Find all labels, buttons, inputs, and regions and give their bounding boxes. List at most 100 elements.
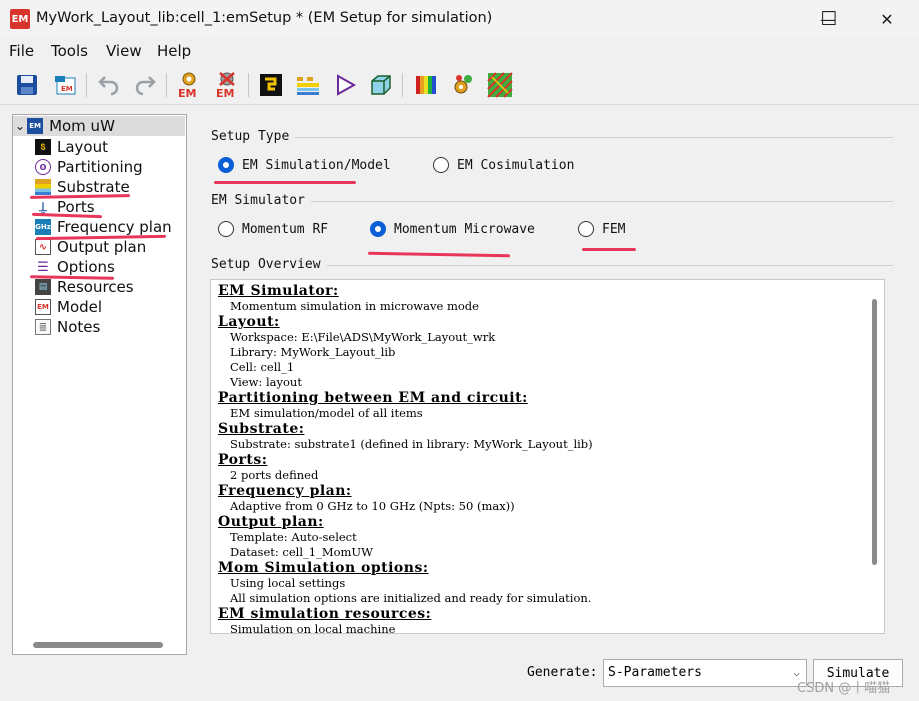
watermark: CSDN @十喵猫 [797,681,891,696]
section-line: Workspace: E:\File\ADS\MyWork_Layout_wrk [230,330,496,344]
tree-item-notes[interactable]: ≣ Notes [35,317,100,337]
overview-section: Layout: Workspace: E:\File\ADS\MyWork_La… [218,314,868,390]
tree-item-label: Substrate [57,178,130,196]
tree-item-label: Partitioning [57,158,143,176]
svg-text:EM: EM [216,87,234,99]
radio-label: EM Cosimulation [457,157,575,173]
overview-vertical-scrollbar[interactable] [872,299,877,565]
section-line: View: layout [230,375,302,389]
section-heading: EM Simulator: [218,283,339,299]
svg-text:EM: EM [61,85,73,93]
tree-item-model[interactable]: EM Model [35,297,102,317]
tree-item-partitioning[interactable]: ʘ Partitioning [35,157,143,177]
generate-select[interactable]: S-Parameters ⌵ [603,659,807,687]
parameters-icon[interactable] [448,70,478,100]
section-line: Substrate: substrate1 (defined in librar… [230,437,593,451]
section-heading: Mom Simulation options: [218,560,429,576]
radio-indicator-checked[interactable] [370,221,386,237]
component-icon[interactable] [330,70,360,100]
save-icon[interactable] [12,70,42,100]
setup-type-label: Setup Type [211,129,296,144]
substrate-editor-icon[interactable] [293,70,323,100]
menu-bar: File Tools View Help [0,38,919,65]
tree-item-output-plan[interactable]: ∿ Output plan [35,237,146,257]
overview-section: Substrate: Substrate: substrate1 (define… [218,421,868,452]
radio-indicator-checked[interactable] [218,157,234,173]
section-heading: Ports: [218,452,268,468]
setup-overview-label: Setup Overview [211,257,327,272]
menu-tools[interactable]: Tools [51,42,88,60]
radio-momentum-rf[interactable]: Momentum RF [218,221,328,237]
tree-item-label: Frequency plan [57,218,172,236]
tree-root-mom-uw[interactable]: ⌄ EM Mom uW [15,116,115,136]
tree-item-label: Output plan [57,238,147,256]
tree-item-frequency-plan[interactable]: GHz Frequency plan [35,217,172,237]
section-line: Using local settings [230,576,346,590]
radio-momentum-microwave[interactable]: Momentum Microwave [370,221,535,237]
tree-item-resources[interactable]: ▤ Resources [35,277,134,297]
model-icon: EM [35,299,51,315]
annotation-underline-fem [582,248,636,251]
tree-item-options[interactable]: ☰ Options [35,257,115,277]
section-line: EM simulation/model of all items [230,406,423,420]
menu-view[interactable]: View [106,42,142,60]
partitioning-icon: ʘ [35,159,51,175]
radio-em-simulation-model[interactable]: EM Simulation/Model [218,157,391,173]
generate-selected-value: S-Parameters [608,665,702,680]
em-icon: EM [27,118,44,134]
em-simulator-divider [211,201,893,202]
tree-item-layout[interactable]: Ⴝ Layout [35,137,108,157]
section-line: Dataset: cell_1_MomUW [230,545,373,559]
em-stop-icon[interactable]: EM [212,70,242,100]
menu-help[interactable]: Help [157,42,191,60]
output-plan-icon: ∿ [35,239,51,255]
overview-section: Frequency plan: Adaptive from 0 GHz to 1… [218,483,868,514]
undo-icon[interactable] [94,70,124,100]
annotation-underline-em-simulation [214,181,356,184]
em-simulate-icon[interactable]: EM [174,70,204,100]
resources-icon: ▤ [35,279,51,295]
section-line: Adaptive from 0 GHz to 10 GHz (Npts: 50 … [230,499,515,513]
radio-indicator[interactable] [218,221,234,237]
window-title: MyWork_Layout_lib:cell_1:emSetup * (EM S… [36,10,493,26]
svg-text:EM: EM [178,87,196,99]
radio-indicator[interactable] [578,221,594,237]
redo-icon[interactable] [130,70,160,100]
tree-horizontal-scrollbar[interactable] [33,642,163,648]
section-line: 2 ports defined [230,468,319,482]
section-heading: Frequency plan: [218,483,352,499]
toolbar: EM EM EM [0,65,919,105]
overview-section: EM simulation resources: Simulation on l… [218,606,868,634]
mesh-icon[interactable] [485,70,515,100]
ports-editor-icon[interactable] [256,70,286,100]
tree-item-label: Model [57,298,103,316]
title-bar: EM MyWork_Layout_lib:cell_1:emSetup * (E… [0,0,919,38]
section-heading: EM simulation resources: [218,606,432,622]
maximize-button[interactable]: ☐ [806,4,852,34]
radio-fem[interactable]: FEM [578,221,625,237]
open-layout-icon[interactable]: EM [50,70,80,100]
chevron-down-icon[interactable]: ⌄ [15,119,25,133]
setup-overview-panel[interactable]: EM Simulator: Momentum simulation in mic… [210,279,885,634]
radio-em-cosimulation[interactable]: EM Cosimulation [433,157,574,173]
section-line: Momentum simulation in microwave mode [230,299,479,313]
tree-item-label: Resources [57,278,134,296]
radio-label: Momentum RF [242,221,329,237]
em-simulator-label: EM Simulator [211,193,311,208]
section-line: Simulation on local machine [230,622,396,634]
notes-icon: ≣ [35,319,51,335]
menu-file[interactable]: File [9,42,34,60]
close-button[interactable]: ✕ [864,4,910,34]
generate-label: Generate: [527,665,598,680]
overview-section: Output plan: Template: Auto-select Datas… [218,514,868,560]
radio-label: FEM [602,221,626,237]
3d-view-icon[interactable] [366,70,396,100]
frequency-plan-icon: GHz [35,219,51,235]
visualization-icon[interactable] [411,70,441,100]
radio-indicator[interactable] [433,157,449,173]
section-heading: Layout: [218,314,280,330]
tree-root-label: Mom uW [49,117,115,135]
substrate-icon [35,179,51,195]
overview-section: EM Simulator: Momentum simulation in mic… [218,283,868,314]
radio-label: Momentum Microwave [394,221,535,237]
